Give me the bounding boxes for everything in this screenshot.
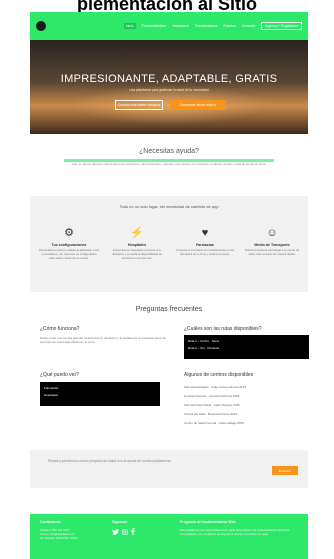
faq-question-routes: ¿Cuáles son las rutas disponibles? — [184, 326, 262, 332]
service-title: Medio de Transporte — [254, 243, 290, 247]
heart-icon: ♥ — [201, 227, 209, 239]
services-title: Todo en un solo lugar, sin necesidad de … — [119, 204, 219, 209]
smiley-icon: ☺ — [266, 227, 278, 239]
cta-text: Planea y planifica tu nuevo proyecto de … — [48, 459, 172, 463]
help-title: ¿Necesitas ayuda? — [139, 148, 199, 155]
route-item[interactable]: Ruta 2 – Sur · Poniente — [188, 345, 305, 352]
nav-item-contacto[interactable]: Contacto — [242, 24, 256, 28]
hero-banner: IMPRESIONANTE, ADAPTABLE, GRATIS Una pla… — [30, 40, 308, 134]
footer-program-heading: Programa de Implementación Web — [180, 520, 236, 524]
services-section: Todo en un solo lugar, sin necesidad de … — [30, 196, 308, 292]
route-item[interactable]: Ruta 1 – Centro · Norte — [188, 338, 305, 345]
faq-answer-how: Debes crear una cuenta gratuita, selecci… — [40, 336, 166, 345]
service-card-farmacias: ♥ Farmacias Consulta el inventario de me… — [175, 226, 235, 257]
navbar: Inicio Funcionalidades Servicios ▾ Patro… — [30, 12, 308, 40]
nav-item-funcionalidades[interactable]: Funcionalidades — [142, 24, 167, 28]
gears-icon: ⚙ — [64, 227, 74, 239]
footer-contact-line: Av. Siempre Viva #742, CDMX — [40, 536, 78, 541]
service-text: Solicita transporte para llegar a tu cen… — [244, 248, 300, 256]
help-text: Aquí te damos algunas respuestas a las p… — [71, 162, 267, 166]
see-item[interactable]: Hospitales — [44, 392, 156, 399]
faq-question-see: ¿Qué puedo ver? — [40, 372, 79, 378]
help-section: ¿Necesitas ayuda? Aquí te damos algunas … — [30, 148, 308, 167]
nav-item-eventos[interactable]: Eventos — [224, 24, 236, 28]
instagram-icon[interactable] — [122, 528, 128, 539]
footer-program-text: Esta plataforma fue desarrollada como pa… — [180, 528, 289, 537]
twitter-icon[interactable] — [112, 528, 119, 539]
service-text: Consulta el inventario de medicamentos e… — [176, 248, 234, 256]
hero-title: IMPRESIONANTE, ADAPTABLE, GRATIS — [60, 73, 278, 85]
footer-program: Programa de Implementación Web Esta plat… — [180, 520, 302, 536]
service-title: Hospitales — [127, 243, 147, 247]
center-item: Clínica del Valle · Boulevard Norte #321 — [184, 412, 238, 417]
nav-item-inicio[interactable]: Inicio — [123, 23, 136, 29]
nav-item-servicios[interactable]: Servicios ▾ — [172, 24, 188, 28]
service-card-transporte: ☺ Medio de Transporte Solicita transport… — [242, 226, 302, 257]
faq-title: Preguntas frecuentes — [135, 306, 203, 313]
service-title: Tus configuraciones — [51, 243, 87, 247]
center-item: Hospital General · Avenida Reforma #456 — [184, 394, 240, 399]
nav-item-patrocinadores[interactable]: Patrocinadores — [195, 24, 218, 28]
footer: Contáctanos Teléfono: 555 123 4567 Corre… — [30, 514, 308, 559]
footer-contact: Contáctanos Teléfono: 555 123 4567 Corre… — [40, 520, 110, 541]
hero-subtitle: Una plataforma para gestionar la salud d… — [129, 88, 209, 92]
footer-social-heading: Síguenos — [112, 520, 128, 524]
hero-start-button[interactable]: Comenzar ahora mismo — [170, 100, 226, 110]
see-box: Farmacias Hospitales — [40, 382, 160, 406]
facebook-icon[interactable] — [131, 528, 135, 539]
faq-question-how: ¿Cómo funciona? — [40, 326, 80, 332]
routes-box: Ruta 1 – Centro · Norte Ruta 2 – Sur · P… — [184, 335, 309, 359]
faq-question-centers: Algunos de centros disponibles — [184, 372, 254, 378]
center-item: Farmacia San Pablo · Calle Morelos #789 — [184, 403, 240, 408]
see-item[interactable]: Farmacias — [44, 385, 156, 392]
centers-list: Farmacia Delgado · Calle Independencia #… — [184, 385, 309, 431]
logo-icon[interactable] — [36, 21, 46, 31]
cta-section: Planea y planifica tu nuevo proyecto de … — [30, 450, 308, 488]
center-item: Centro de Salud Central · Calle Hidalgo … — [184, 421, 245, 426]
service-text: Personaliza tu panel y adapta la aplicac… — [39, 248, 99, 260]
footer-social: Síguenos — [112, 520, 162, 539]
social-icons — [112, 528, 162, 539]
login-button[interactable]: Ingresar / Registrarse — [261, 22, 302, 30]
service-text: Encuentra los hospitales cercanos a tu u… — [112, 248, 162, 260]
lightning-icon: ⚡ — [130, 227, 144, 239]
service-card-hospitales: ⚡ Hospitales Encuentra los hospitales ce… — [107, 226, 167, 260]
service-title: Farmacias — [196, 243, 214, 247]
center-item: Farmacia Delgado · Calle Independencia #… — [184, 385, 247, 389]
cta-button[interactable]: Empezar — [272, 466, 298, 475]
service-card-configuraciones: ⚙ Tus configuraciones Personaliza tu pan… — [39, 226, 99, 260]
footer-contact-heading: Contáctanos — [40, 520, 61, 524]
hero-learn-more-button[interactable]: Conoce más sobre nosotros — [115, 100, 163, 110]
nav-menu: Inicio Funcionalidades Servicios ▾ Patro… — [123, 22, 302, 30]
